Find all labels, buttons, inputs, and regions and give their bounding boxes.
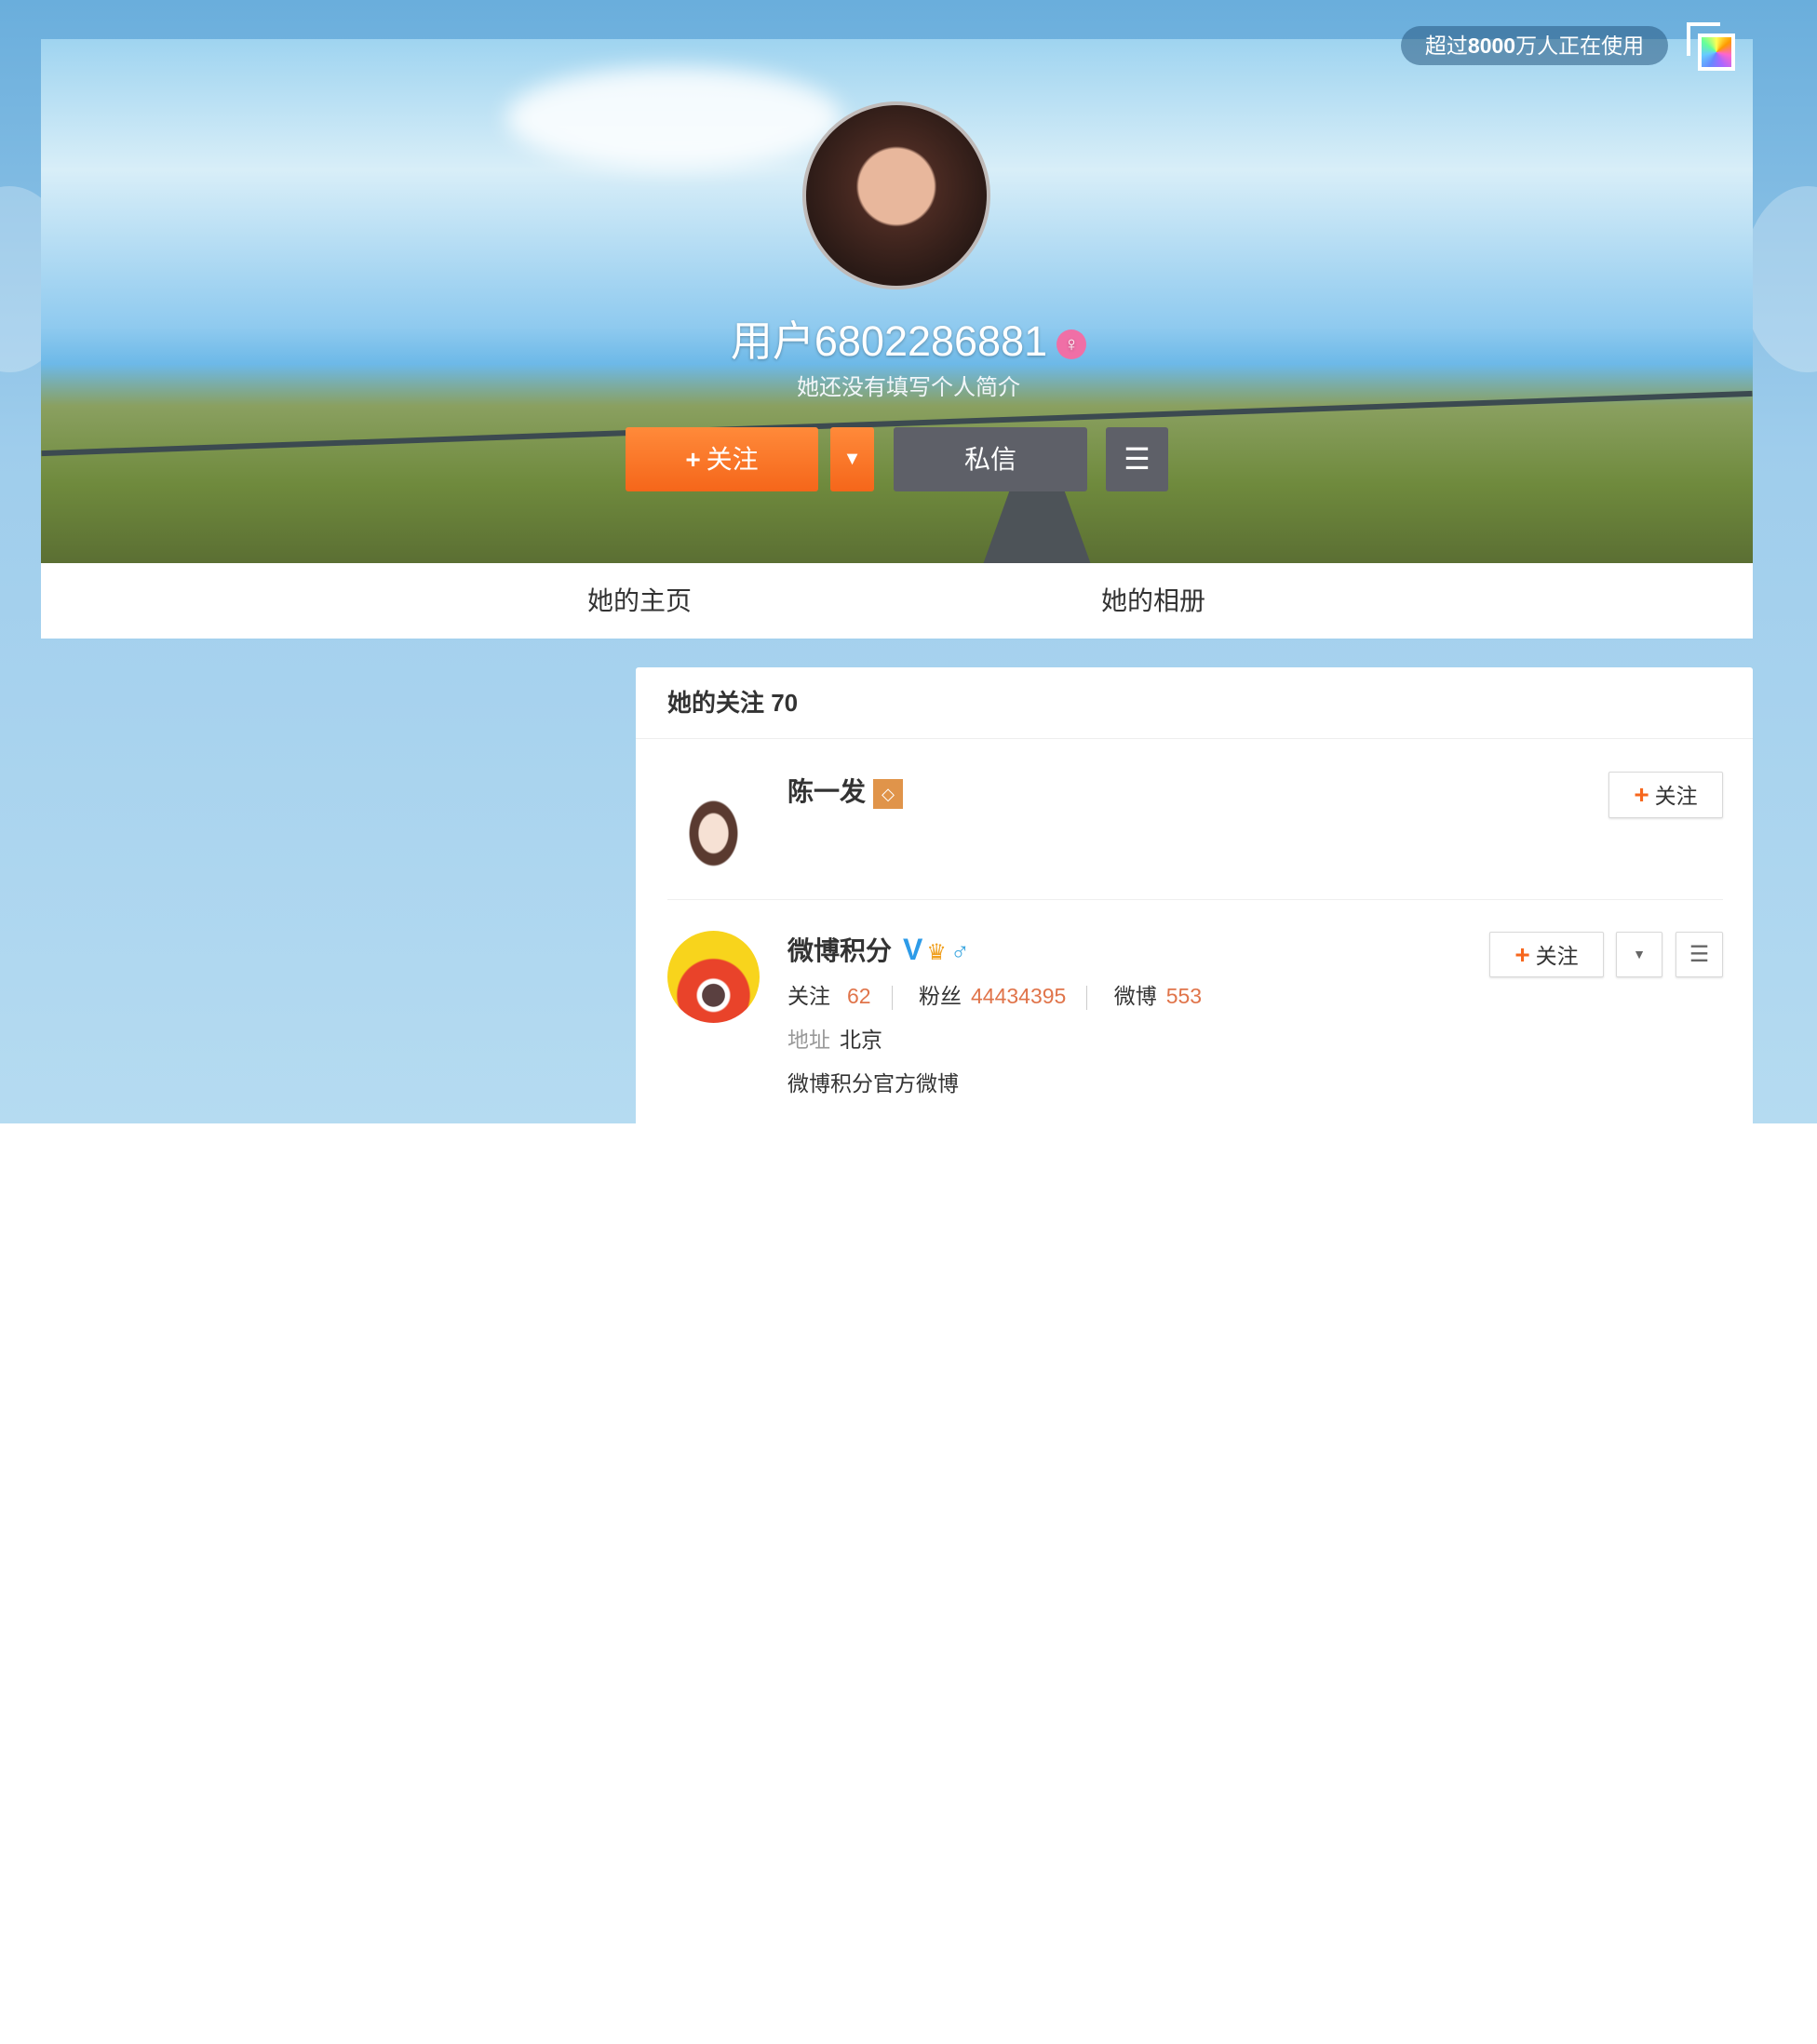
fans-count[interactable]: 44434395 bbox=[971, 984, 1066, 1008]
skin-theme-icon[interactable] bbox=[1687, 22, 1735, 71]
user-description: 微博积分官方微博 bbox=[787, 1071, 959, 1096]
profile-avatar[interactable] bbox=[802, 101, 990, 289]
badge-prefix: 超过 bbox=[1424, 34, 1468, 58]
plus-icon: + bbox=[1514, 940, 1530, 969]
female-icon: ♀ bbox=[1057, 329, 1087, 360]
follow-button[interactable]: + 关注 bbox=[1489, 932, 1604, 977]
user-name-row: 微博积分 V ♛ ♂ bbox=[787, 931, 970, 968]
more-dropdown-button[interactable]: ▼ bbox=[1616, 932, 1662, 977]
plus-icon: + bbox=[685, 445, 701, 474]
diamond-icon: ◇ bbox=[873, 778, 904, 809]
menu-icon: ☰ bbox=[1689, 942, 1710, 967]
user-name[interactable]: 陈一发 bbox=[787, 777, 866, 806]
profile-bio: 她还没有填写个人简介 bbox=[797, 375, 1020, 400]
caret-down-icon: ▼ bbox=[842, 449, 862, 469]
address-value: 北京 bbox=[840, 1028, 882, 1052]
badge-count: 8000 bbox=[1467, 34, 1516, 58]
tab-home[interactable]: 她的主页 bbox=[587, 563, 692, 639]
more-menu-button[interactable]: ☰ bbox=[1106, 427, 1168, 491]
user-count-badge[interactable]: 超过8000万人正在使用 bbox=[1401, 26, 1668, 65]
user-avatar[interactable] bbox=[667, 772, 760, 867]
follow-button[interactable]: + 关注 bbox=[1608, 772, 1723, 818]
profile-name-row: 用户6802286881 ♀ bbox=[0, 307, 1817, 368]
address-label: 地址 bbox=[787, 1028, 830, 1052]
follow-button[interactable]: + 关注 bbox=[626, 427, 818, 491]
menu-button[interactable]: ☰ bbox=[1676, 932, 1723, 977]
menu-icon: ☰ bbox=[1124, 442, 1151, 476]
follow-label: 关注 bbox=[1535, 944, 1579, 968]
badge-suffix: 万人正在使用 bbox=[1515, 34, 1645, 58]
weibo-count[interactable]: 553 bbox=[1166, 984, 1202, 1008]
following-title: 她的关注 70 bbox=[636, 667, 1753, 739]
profile-name: 用户6802286881 bbox=[730, 317, 1048, 365]
tab-album[interactable]: 她的相册 bbox=[1101, 563, 1205, 639]
user-name[interactable]: 微博积分 bbox=[787, 936, 892, 965]
caret-down-icon: ▼ bbox=[1633, 947, 1646, 961]
verified-icon: V bbox=[903, 933, 923, 966]
user-address: 地址 北京 bbox=[787, 1022, 882, 1054]
user-avatar[interactable] bbox=[667, 931, 760, 1023]
crown-icon: ♛ bbox=[926, 940, 947, 965]
plus-icon: + bbox=[1634, 780, 1649, 809]
follow-label: 关注 bbox=[706, 445, 759, 474]
following-count[interactable]: 62 bbox=[847, 984, 871, 1008]
following-card: 她的关注 70 陈一发 ◇ + 关注 微博积分 V ♛ ♂ 关注 62 粉丝 44434395… bbox=[636, 667, 1753, 1123]
divider bbox=[667, 899, 1723, 900]
message-button[interactable]: 私信 bbox=[894, 427, 1087, 491]
stat-label: 微博 bbox=[1113, 984, 1157, 1008]
profile-tabs: 她的主页 她的相册 bbox=[41, 563, 1753, 639]
male-icon: ♂ bbox=[949, 936, 970, 965]
stat-label: 关注 bbox=[787, 984, 830, 1008]
user-name-row: 陈一发 ◇ bbox=[787, 772, 904, 809]
stat-label: 粉丝 bbox=[918, 984, 962, 1008]
follow-label: 关注 bbox=[1654, 784, 1698, 808]
follow-dropdown-button[interactable]: ▼ bbox=[830, 427, 874, 491]
user-stats: 关注 62 粉丝 44434395 微博 553 bbox=[787, 978, 1202, 1010]
